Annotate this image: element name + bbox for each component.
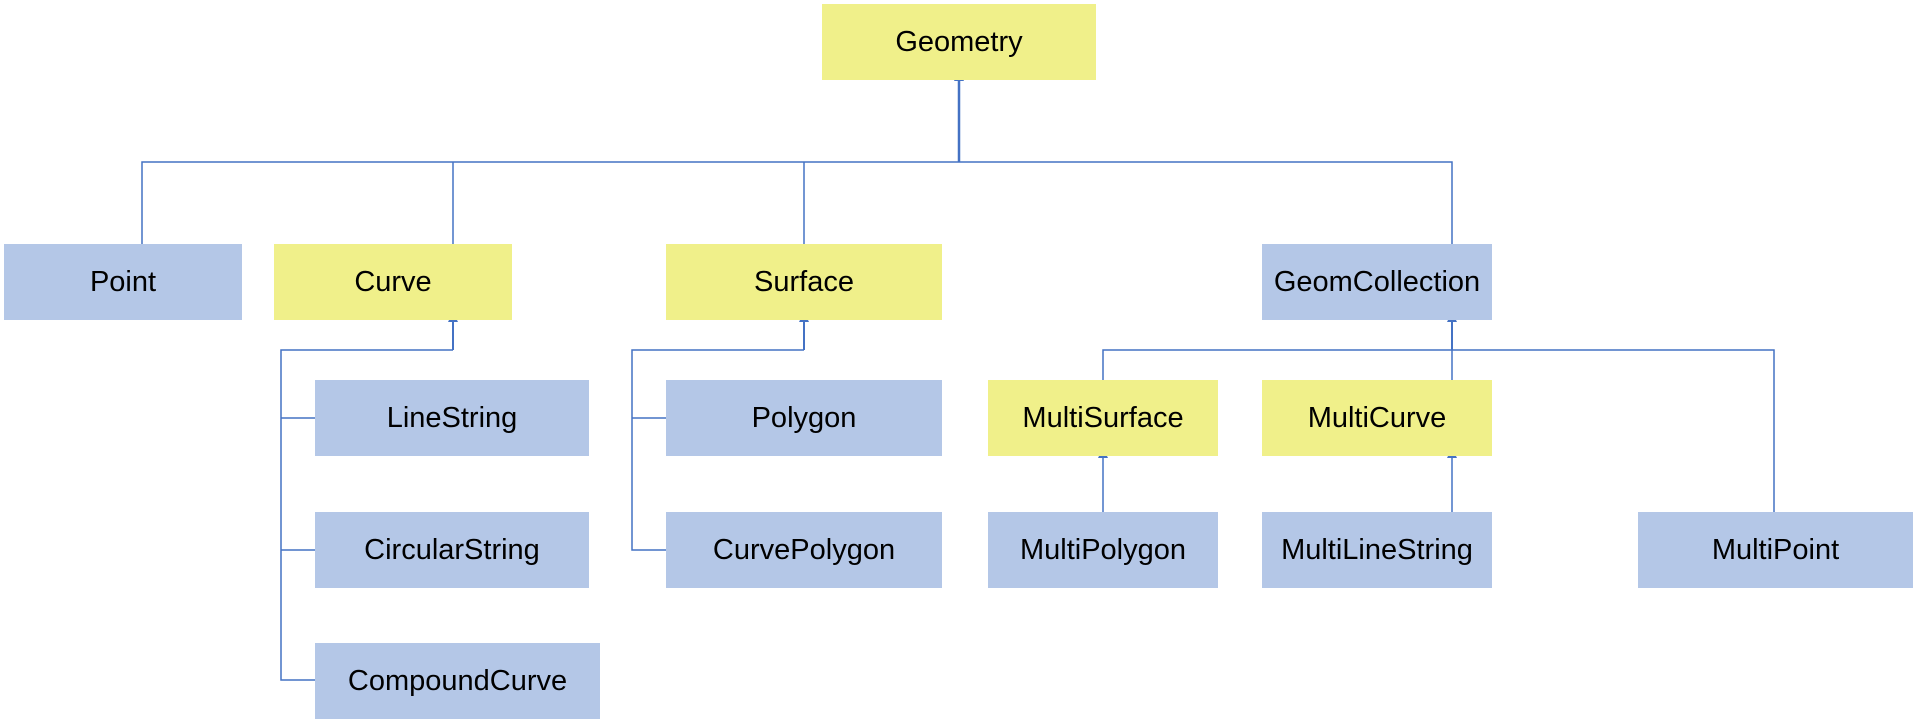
node-label: CurvePolygon: [712, 533, 896, 566]
node-compoundcurve[interactable]: CompoundCurve: [315, 643, 600, 719]
node-geometry[interactable]: Geometry: [822, 4, 1096, 80]
node-surface[interactable]: Surface: [666, 244, 942, 320]
node-multicurve[interactable]: MultiCurve: [1262, 380, 1492, 456]
node-label: Geometry: [895, 25, 1023, 58]
node-label: Polygon: [751, 401, 857, 434]
node-circularstring[interactable]: CircularString: [315, 512, 589, 588]
node-label: MultiPolygon: [1019, 533, 1187, 566]
edge-geometry-bus: [141, 161, 1453, 244]
diagram-canvas: Geometry Point Curve Surface GeomCollect…: [0, 0, 1913, 722]
node-multilinestring[interactable]: MultiLineString: [1262, 512, 1492, 588]
node-curvepolygon[interactable]: CurvePolygon: [666, 512, 942, 588]
node-label: Curve: [354, 265, 432, 298]
node-multipolygon[interactable]: MultiPolygon: [988, 512, 1218, 588]
node-label: CircularString: [364, 533, 540, 566]
node-multisurface[interactable]: MultiSurface: [988, 380, 1218, 456]
node-label: LineString: [386, 401, 518, 434]
node-polygon[interactable]: Polygon: [666, 380, 942, 456]
node-label: MultiCurve: [1307, 401, 1447, 434]
node-linestring[interactable]: LineString: [315, 380, 589, 456]
node-point[interactable]: Point: [4, 244, 242, 320]
node-geomcollection[interactable]: GeomCollection: [1262, 244, 1492, 320]
node-multipoint[interactable]: MultiPoint: [1638, 512, 1913, 588]
node-label: MultiPoint: [1711, 533, 1840, 566]
node-label: GeomCollection: [1273, 265, 1481, 298]
node-label: Point: [89, 265, 157, 298]
connectors: [141, 71, 1775, 681]
node-label: MultiSurface: [1022, 401, 1184, 434]
node-label: MultiLineString: [1281, 533, 1473, 566]
node-label: CompoundCurve: [347, 664, 568, 697]
node-curve[interactable]: Curve: [274, 244, 512, 320]
node-label: Surface: [754, 265, 854, 298]
